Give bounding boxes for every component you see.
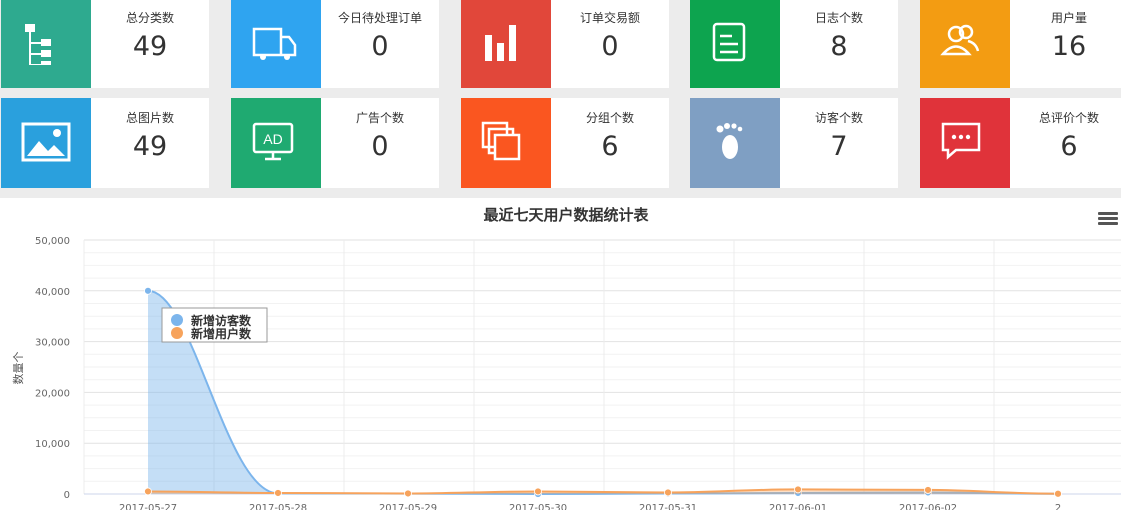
delivery-truck-icon	[231, 0, 321, 88]
data-point	[1054, 489, 1062, 498]
stat-card[interactable]: 总分类数 49	[1, 0, 209, 88]
stat-info: 今日待处理订单 0	[321, 0, 439, 88]
bar-chart-icon	[461, 0, 551, 88]
data-point	[144, 286, 152, 295]
data-point	[794, 485, 802, 494]
x-tick-label: 2017-05-29	[379, 503, 437, 510]
x-tick-label: 2017-06-01	[769, 503, 827, 510]
stat-info: 总图片数 49	[91, 98, 209, 188]
stat-info: 日志个数 8	[780, 0, 898, 88]
stat-value: 7	[830, 131, 848, 162]
chart-title: 最近七天用户数据统计表	[483, 206, 649, 224]
y-tick-label: 30,000	[35, 338, 70, 349]
legend-marker	[171, 327, 183, 339]
stat-label: 广告个数	[355, 111, 404, 125]
stat-value: 0	[371, 131, 389, 162]
data-point	[274, 489, 282, 497]
data-point	[404, 489, 412, 498]
x-tick-label: 2017-06-02	[899, 503, 957, 510]
stat-info: 用户量 16	[1010, 0, 1121, 88]
data-point	[924, 486, 932, 494]
stat-label: 用户量	[1050, 11, 1087, 25]
stat-info: 总评价个数 6	[1010, 98, 1121, 188]
y-axis-label: 数量个	[12, 352, 25, 385]
stat-value: 16	[1051, 31, 1087, 62]
y-tick-label: 50,000	[35, 236, 70, 247]
stat-value: 49	[132, 131, 168, 162]
stacked-squares-icon	[461, 98, 551, 188]
stat-card[interactable]: 访客个数 7	[690, 98, 898, 188]
stat-label: 分组个数	[585, 111, 634, 125]
stat-info: 广告个数 0	[321, 98, 439, 188]
chart-svg: 最近七天用户数据统计表 0 10,000 20,000 30,000 40,000 50,0…	[12, 206, 1121, 510]
stat-label: 访客个数	[814, 111, 863, 125]
stat-card[interactable]: AD 广告个数 0	[231, 98, 439, 188]
stat-card[interactable]: 订单交易额 0	[461, 0, 669, 88]
x-tick-label: 2	[1055, 503, 1061, 510]
stat-label: 订单交易额	[579, 11, 640, 25]
stat-info: 访客个数 7	[780, 98, 898, 188]
stat-card[interactable]: 用户量 16	[920, 0, 1121, 88]
x-tick-label: 2017-05-30	[509, 503, 567, 510]
document-list-icon	[690, 0, 780, 88]
stat-card[interactable]: 分组个数 6	[461, 98, 669, 188]
stat-value: 0	[601, 31, 619, 62]
y-tick-label: 10,000	[35, 439, 70, 450]
data-point	[664, 488, 672, 497]
stat-label: 总分类数	[125, 11, 174, 25]
stats-panel: 总分类数 49 今日待处理订单 0 订单交易额 0 日志个数 8 用户量 16 总图片数 49 AD 广告…	[0, 0, 1121, 196]
stat-label: 日志个数	[814, 11, 863, 25]
stat-card[interactable]: 总图片数 49	[1, 98, 209, 188]
stat-label: 总图片数	[125, 111, 174, 125]
x-tick-label: 2017-05-28	[249, 503, 307, 510]
x-tick-label: 2017-05-27	[119, 503, 177, 510]
tree-structure-icon	[1, 0, 91, 88]
stat-info: 分组个数 6	[551, 98, 669, 188]
data-point	[144, 487, 152, 496]
stat-value: 49	[132, 31, 168, 62]
y-tick-label: 20,000	[35, 388, 70, 399]
y-tick-label: 40,000	[35, 287, 70, 298]
x-tick-label: 2017-05-31	[639, 503, 697, 510]
y-tick-label: 0	[64, 490, 70, 501]
users-icon	[920, 0, 1010, 88]
stat-value: 6	[1060, 131, 1078, 162]
stat-value: 8	[830, 31, 848, 62]
legend-label: 新增用户数	[191, 326, 252, 341]
stat-label: 今日待处理订单	[337, 11, 422, 25]
user-stats-chart: 最近七天用户数据统计表 0 10,000 20,000 30,000 40,000 50,0…	[0, 198, 1121, 510]
legend-marker	[171, 314, 183, 326]
stat-card[interactable]: 日志个数 8	[690, 0, 898, 88]
ad-monitor-icon: AD	[231, 98, 321, 188]
stat-card[interactable]: 今日待处理订单 0	[231, 0, 439, 88]
chat-bubble-icon	[920, 98, 1010, 188]
svg-text:AD: AD	[263, 131, 282, 147]
data-point	[534, 487, 542, 496]
stat-value: 0	[371, 31, 389, 62]
stat-value: 6	[601, 131, 619, 162]
image-icon	[1, 98, 91, 188]
stat-info: 订单交易额 0	[551, 0, 669, 88]
stat-card[interactable]: 总评价个数 6	[920, 98, 1121, 188]
legend-label: 新增访客数	[191, 313, 252, 328]
stat-info: 总分类数 49	[91, 0, 209, 88]
stat-label: 总评价个数	[1038, 111, 1099, 125]
footprint-icon	[690, 98, 780, 188]
chart-menu-icon[interactable]	[1098, 210, 1118, 228]
